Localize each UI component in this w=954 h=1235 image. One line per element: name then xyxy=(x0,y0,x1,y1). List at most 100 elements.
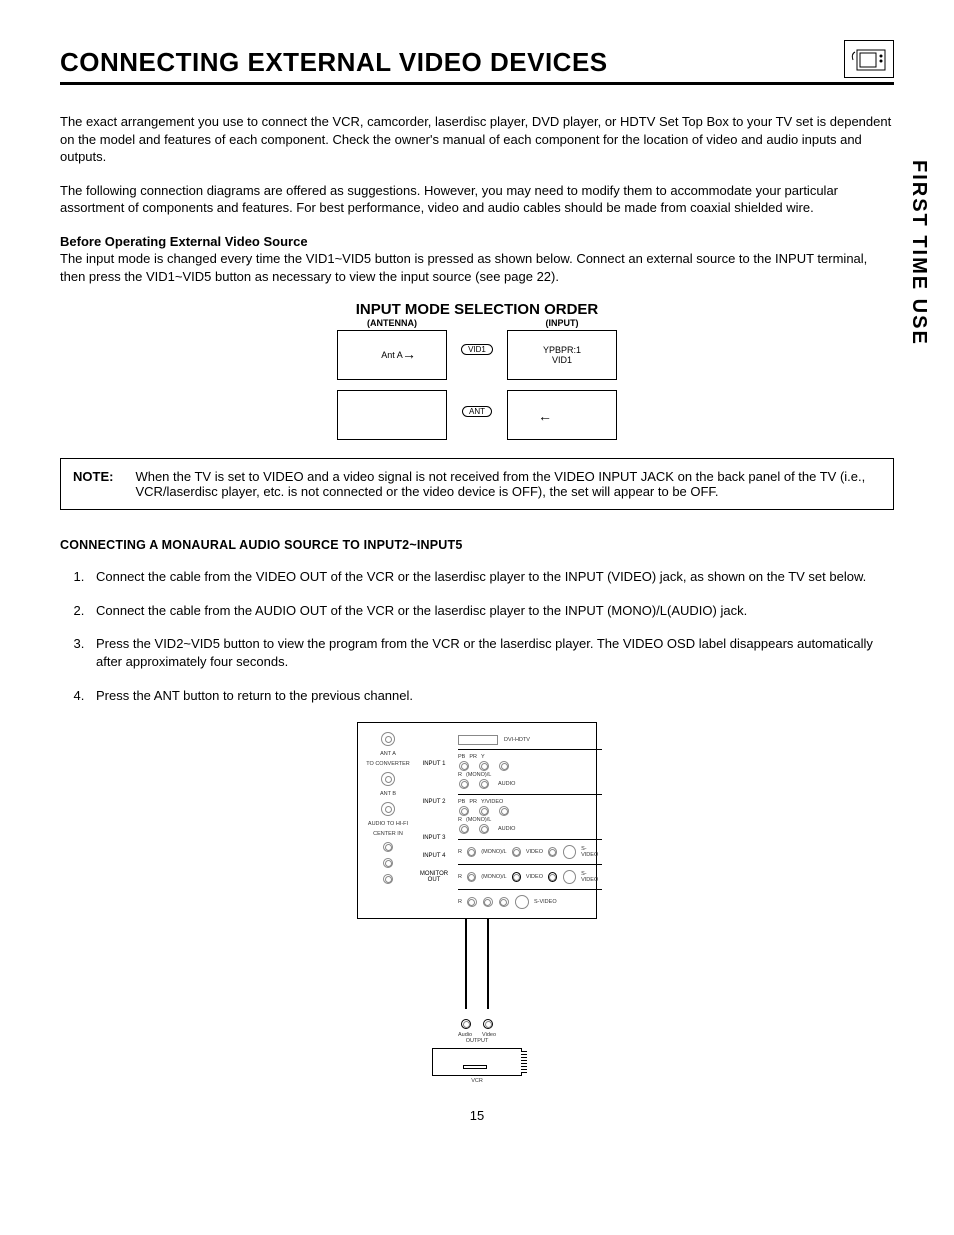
input1-label: INPUT 1 xyxy=(414,759,454,769)
svideo-icon xyxy=(515,895,529,909)
center-in-label: CENTER IN xyxy=(373,831,403,837)
v4: VIDEO xyxy=(526,874,543,880)
vcr-diagram: Audio Video OUTPUT VCR xyxy=(357,1018,597,1084)
step-4: Press the ANT button to return to the pr… xyxy=(88,687,894,705)
audio-hifi-label: AUDIO TO HI-FI xyxy=(368,821,408,827)
sv4: S-VIDEO xyxy=(581,871,602,883)
d1-right-box: YPBPR:1 VID1 xyxy=(507,330,617,380)
ml3: (MONO)/L xyxy=(481,849,506,855)
input1-row: PB PR Y R (MONO)/L AUDIO xyxy=(458,749,602,794)
d1-right-l1: YPBPR:1 xyxy=(543,345,581,355)
audio-label: AUDIO xyxy=(498,781,516,787)
rear-panel-diagram: ANT A TO CONVERTER ANT B AUDIO TO HI-FI … xyxy=(357,722,597,919)
side-tab-label: FIRST TIME USE xyxy=(907,160,930,346)
vcr-label: VCR xyxy=(357,1078,597,1084)
extra-jack-icon xyxy=(383,874,393,884)
audio-label2: AUDIO xyxy=(498,826,516,832)
d1-pill-top: VID1 xyxy=(461,344,493,355)
cable-icon xyxy=(487,919,489,1009)
step-2: Connect the cable from the AUDIO OUT of … xyxy=(88,602,894,620)
ant-b-jack-icon xyxy=(381,772,395,786)
dvi-label: DVI-HDTV xyxy=(504,737,530,743)
input2-label: INPUT 2 xyxy=(414,797,454,807)
page-number: 15 xyxy=(60,1108,894,1123)
y-label: Y xyxy=(481,754,485,760)
dvi-port-icon xyxy=(458,735,498,745)
steps-list: Connect the cable from the VIDEO OUT of … xyxy=(60,568,894,704)
r5: R xyxy=(458,899,462,905)
note-box: NOTE: When the TV is set to VIDEO and a … xyxy=(60,458,894,510)
col-a: ANT A TO CONVERTER ANT B AUDIO TO HI-FI … xyxy=(366,731,410,914)
note-label: NOTE: xyxy=(73,469,113,499)
pr-label2: PR xyxy=(469,799,477,805)
col-c: DVI-HDTV PB PR Y R (MONO)/L AUDIO PB PR Y/VID… xyxy=(458,731,602,914)
ant-a-jack-icon xyxy=(381,732,395,746)
input4-row: R (MONO)/L VIDEO S-VIDEO xyxy=(458,864,602,889)
input3-row: R (MONO)/L VIDEO S-VIDEO xyxy=(458,839,602,864)
v3: VIDEO xyxy=(526,849,543,855)
arrow-right-icon: → xyxy=(402,346,416,362)
jack-icon xyxy=(483,897,493,907)
hifi-jack-icon xyxy=(381,802,395,816)
sv3: S-VIDEO xyxy=(581,846,602,858)
step-3: Press the VID2~VID5 button to view the p… xyxy=(88,635,894,670)
vcr-audio-jack-icon xyxy=(461,1019,471,1029)
intro-paragraph-2: The following connection diagrams are of… xyxy=(60,182,894,217)
jack-icon xyxy=(479,806,489,816)
jack-icon xyxy=(459,824,469,834)
r3: R xyxy=(458,849,462,855)
cable-icon xyxy=(465,919,467,1009)
monitor-out-row: R S-VIDEO xyxy=(458,889,602,914)
diagram1-title: INPUT MODE SELECTION ORDER xyxy=(60,301,894,318)
page-header: CONNECTING EXTERNAL VIDEO DEVICES xyxy=(60,40,894,85)
arrow-left-icon: ← xyxy=(538,408,552,424)
jack-icon xyxy=(459,779,469,789)
vcr-video-jack-icon xyxy=(483,1019,493,1029)
d1-left-box: Ant A xyxy=(337,330,447,380)
vcr-output-label: OUTPUT xyxy=(357,1038,597,1044)
yvideo-label: Y/VIDEO xyxy=(481,799,503,805)
jack-icon xyxy=(499,806,509,816)
center-r-icon xyxy=(383,858,393,868)
jack-icon xyxy=(459,761,469,771)
center-l-icon xyxy=(383,842,393,852)
r-label: R xyxy=(458,772,462,778)
jack-icon xyxy=(499,897,509,907)
ant-b-label: ANT B xyxy=(380,791,396,797)
jack-icon xyxy=(467,872,476,882)
col-b: INPUT 1 INPUT 2 INPUT 3 INPUT 4 MONITOR … xyxy=(414,731,454,914)
intro-paragraph-1: The exact arrangement you use to connect… xyxy=(60,113,894,166)
jack-icon xyxy=(499,761,509,771)
d1-pill-bottom: ANT xyxy=(462,406,492,417)
input2-row: PB PR Y/VIDEO R (MONO)/L AUDIO xyxy=(458,794,602,839)
input3-label: INPUT 3 xyxy=(414,833,454,843)
section2-heading: CONNECTING A MONAURAL AUDIO SOURCE TO IN… xyxy=(60,538,894,552)
monol-label: (MONO)/L xyxy=(466,772,491,778)
svideo-icon xyxy=(563,870,576,884)
to-converter-label: TO CONVERTER xyxy=(366,761,410,767)
before-body: The input mode is changed every time the… xyxy=(60,251,867,284)
cable-diagram xyxy=(60,919,894,1012)
input-mode-diagram: (ANTENNA) Ant A (INPUT) YPBPR:1 VID1 → V… xyxy=(307,318,647,444)
ant-a-label: ANT A xyxy=(380,751,396,757)
d1-right-head: (INPUT) xyxy=(546,318,579,328)
jack-icon xyxy=(467,897,477,907)
jack-connected-icon xyxy=(548,872,557,882)
r-label2: R xyxy=(458,817,462,823)
pb-label: PB xyxy=(458,754,465,760)
jack-icon xyxy=(512,847,521,857)
r4: R xyxy=(458,874,462,880)
d1-left-head: (ANTENNA) xyxy=(367,318,417,328)
jack-connected-icon xyxy=(512,872,521,882)
vcr-body-icon xyxy=(432,1048,522,1076)
page-title: CONNECTING EXTERNAL VIDEO DEVICES xyxy=(60,47,608,78)
d1-right-l2: VID1 xyxy=(552,355,572,365)
dvi-row: DVI-HDTV xyxy=(458,731,602,749)
pb-label2: PB xyxy=(458,799,465,805)
pr-label: PR xyxy=(469,754,477,760)
monol-label2: (MONO)/L xyxy=(466,817,491,823)
input4-label: INPUT 4 xyxy=(414,851,454,861)
tv-cartoon-icon xyxy=(844,40,894,78)
sv5: S-VIDEO xyxy=(534,899,557,905)
jack-icon xyxy=(479,824,489,834)
